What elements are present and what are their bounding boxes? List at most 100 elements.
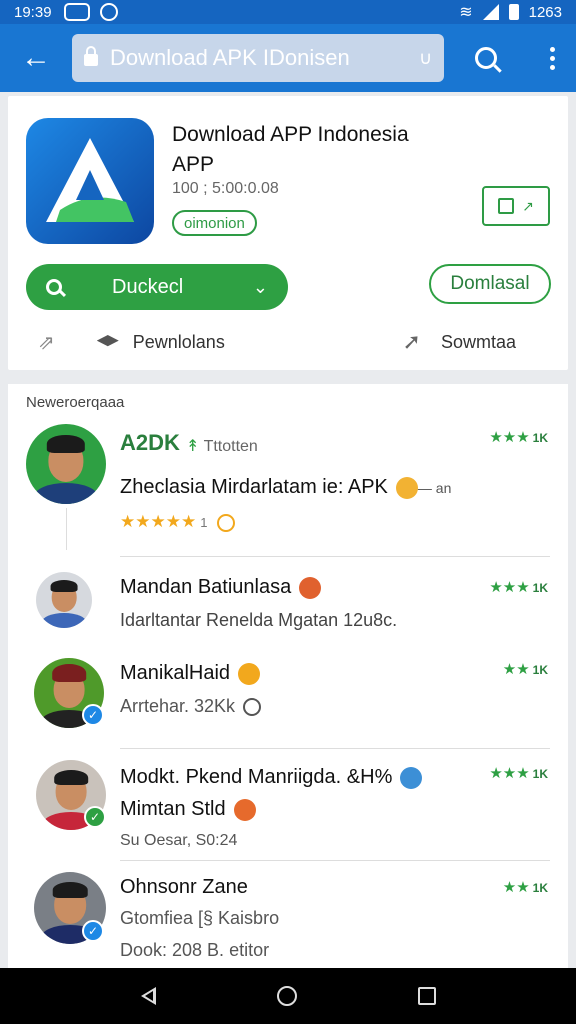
cast-icon (63, 3, 90, 21)
emoji-icon (238, 662, 261, 685)
graduation-cap-icon (96, 335, 119, 347)
app-card: Download APP Indonesia APP 100 ; 5:00:0.… (8, 96, 568, 370)
wifi-icon: ≋ (459, 4, 473, 21)
reviewer-name: Modkt. Pkend Manriigda. &H% (120, 766, 423, 789)
rating-count: 1K (532, 663, 548, 677)
emoji-icon (233, 798, 256, 821)
reviewer-name-text: ManikalHaid (120, 662, 231, 684)
system-nav-bar (0, 968, 576, 1024)
trend-icon: ⇗ (38, 331, 55, 354)
settings-icon (243, 698, 262, 717)
share-arrow-icon[interactable]: ➚ (403, 329, 421, 355)
rating: ★★ 1K (503, 660, 548, 678)
stars-count: 1 (200, 515, 208, 530)
divider (120, 860, 550, 861)
review-suffix: — an (417, 480, 452, 496)
emoji-icon (299, 576, 322, 599)
app-logo-icon (26, 118, 154, 244)
app-toolbar: ← Download APK IDonisen ∪ (0, 24, 576, 92)
emoji-icon (400, 766, 423, 789)
review-text-label: Zheclasia Mirdarlatam ie: APK (120, 476, 388, 498)
rating: ★★★ 1K (489, 578, 548, 596)
list-item[interactable]: ✓ Modkt. Pkend Manriigda. &H% Mimtan Stl… (8, 756, 568, 856)
verified-icon: ✓ (82, 920, 104, 942)
rating-stars: ★★ (502, 879, 530, 896)
review-stars: ★★★★★ 1 (120, 512, 236, 532)
review-text: Idarltantar Renelda Mgatan 12u8c. (120, 610, 398, 630)
rating: ★★ 1K (503, 878, 548, 896)
review-text: Gtomfiea [§ Kaisbro (120, 908, 280, 928)
app-badge[interactable]: oimonion (172, 210, 257, 236)
search-input[interactable]: Download APK IDonisen ∪ (72, 34, 444, 82)
rating-stars: ★★★ (489, 765, 530, 782)
emoji-icon (395, 476, 418, 499)
downloads-label: Pewnlolans (132, 331, 225, 352)
battery-icon (508, 4, 519, 20)
rating-stars: ★★ (502, 661, 530, 678)
review-text: Zheclasia Mirdarlatam ie: APK — an (120, 476, 451, 499)
avatar (36, 572, 92, 628)
rating-count: 1K (532, 881, 548, 895)
expand-icon: ↗ (522, 197, 534, 214)
download-button[interactable]: Domlasal (429, 264, 551, 304)
lock-icon (84, 46, 98, 66)
sync-icon (99, 3, 118, 21)
stat-right-label: Sowmtaa (440, 331, 516, 352)
divider (120, 748, 550, 749)
signal-icon (482, 4, 499, 20)
nav-home-icon[interactable] (276, 986, 297, 1006)
search-text: Download APK IDonisen (110, 45, 350, 70)
status-time: 19:39 (14, 3, 52, 21)
stars-icon: ★★★★★ (120, 512, 197, 531)
chevron-down-icon: ⌄ (252, 276, 268, 297)
reviews-card: Neweroerqaaa A2DK ↟ Tttotten Zheclasia M… (8, 384, 568, 968)
rating-count: 1K (532, 581, 548, 595)
reviewer-name: ManikalHaid (120, 662, 261, 685)
battery-level: 1263 (528, 3, 562, 21)
verified-icon: ✓ (84, 806, 106, 828)
app-title: Download APP Indonesia APP (172, 123, 409, 176)
install-button[interactable]: Duckecl ⌄ (26, 264, 288, 310)
share-button[interactable]: ↗ (482, 186, 550, 226)
heart-icon[interactable] (217, 513, 236, 532)
edit-icon (498, 198, 515, 214)
reviewer-name-text: Mandan Batiunlasa (120, 576, 292, 598)
search-button[interactable] (444, 47, 528, 69)
divider (120, 556, 550, 557)
reviewer-name-text: Modkt. Pkend Manriigda. (120, 766, 342, 788)
reviewer-name: Mandan Batiunlasa (120, 576, 322, 599)
rating: ★★★ 1K (489, 764, 548, 782)
review-text-label: Mimtan Stld (120, 798, 226, 820)
stats-row: ⇗ Pewnlolans ➚ Sowmtaa (8, 324, 568, 360)
reviewer-tag: ↟ Tttotten (186, 436, 258, 456)
more-options-icon[interactable] (528, 46, 576, 70)
mic-icon[interactable]: ∪ (419, 48, 432, 69)
review-text: Arrtehar. 32Kk (120, 696, 262, 717)
review-text-label: Arrtehar. 32Kk (120, 696, 236, 716)
list-item[interactable]: Mandan Batiunlasa Idarltantar Renelda Mg… (8, 568, 568, 648)
verified-icon: ✓ (82, 704, 104, 726)
review-meta: Su Oesar, S0:24 (120, 832, 238, 849)
list-item[interactable]: A2DK ↟ Tttotten Zheclasia Mirdarlatam ie… (8, 420, 568, 556)
thumb-icon: ↟ (186, 438, 204, 455)
rating-stars: ★★★ (489, 429, 530, 446)
search-icon (475, 47, 497, 69)
search-icon (46, 279, 62, 295)
reviewer-name: Ohnsonr Zane (120, 876, 248, 898)
rating-stars: ★★★ (489, 579, 530, 596)
reviewer-tag-text: Tttotten (203, 438, 258, 455)
rating-count: 1K (532, 767, 548, 781)
rating: ★★★ 1K (489, 428, 548, 446)
avatar (26, 424, 106, 504)
back-arrow-icon[interactable]: ← (0, 41, 72, 75)
list-item[interactable]: ✓ Ohnsonr Zane Gtomfiea [§ Kaisbro Dook:… (8, 868, 568, 968)
reviews-heading: Neweroerqaaa (26, 394, 125, 411)
name-suffix: &H% (346, 766, 393, 788)
list-item[interactable]: ✓ ManikalHaid Arrtehar. 32Kk ★★ 1K (8, 652, 568, 738)
rating-count: 1K (532, 431, 548, 445)
nav-back-icon[interactable] (140, 987, 156, 1005)
reviewer-name: A2DK (120, 430, 180, 455)
nav-recents-icon[interactable] (417, 987, 436, 1005)
review-meta: Dook: 208 B. etitor (120, 940, 270, 960)
status-bar: 19:39 ≋ 1263 (0, 0, 576, 24)
